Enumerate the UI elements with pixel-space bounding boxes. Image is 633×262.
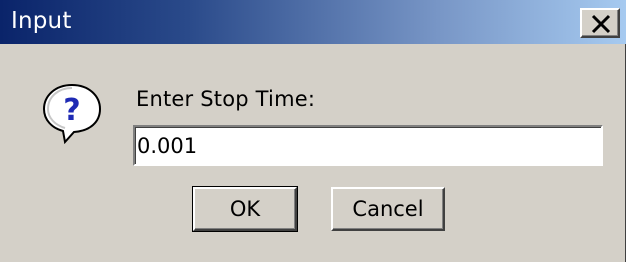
close-icon xyxy=(591,14,611,34)
title-bar[interactable]: Input xyxy=(0,0,626,44)
cancel-button[interactable]: Cancel xyxy=(331,187,445,231)
question-icon: ? xyxy=(42,83,102,144)
ok-button[interactable]: OK xyxy=(192,186,298,232)
stop-time-input[interactable] xyxy=(133,125,603,166)
close-button[interactable] xyxy=(580,8,620,38)
input-dialog: Input ? Enter Stop Time: OK Cancel xyxy=(0,0,626,262)
window-title: Input xyxy=(11,8,72,34)
prompt-label: Enter Stop Time: xyxy=(136,87,316,111)
svg-text:?: ? xyxy=(63,93,80,128)
